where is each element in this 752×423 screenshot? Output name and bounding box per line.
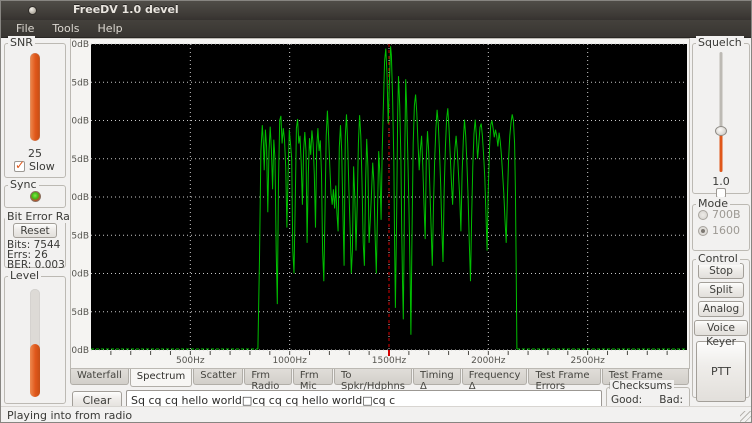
status-bar: Playing into from radio: [1, 406, 752, 423]
snr-value: 25: [5, 147, 65, 160]
tab-timing[interactable]: Timing Δ: [413, 369, 461, 385]
split-button[interactable]: Split: [698, 282, 744, 298]
checkmark-icon: ✓: [15, 158, 25, 172]
mode-group: Mode 700B1600: [692, 204, 750, 251]
voice-keyer-button[interactable]: Voice Keyer: [694, 320, 748, 336]
tab-waterfall[interactable]: Waterfall: [70, 369, 129, 385]
level-gauge: [30, 289, 40, 397]
x-axis-label: 500Hz: [176, 356, 205, 366]
radio-icon: [698, 226, 708, 236]
tab-frm-mic[interactable]: Frm Mic: [293, 369, 333, 385]
menu-bar: FileToolsHelp: [1, 20, 752, 38]
y-axis-label: 0dB: [71, 40, 89, 50]
tab-frequency[interactable]: Frequency Δ: [462, 369, 528, 385]
squelch-group: Squelch 1.0: [692, 43, 750, 194]
control-group: Control StopSplitAnalogVoice Keyer PTT: [692, 259, 750, 398]
resize-grip[interactable]: [740, 411, 752, 423]
tab-frm-radio[interactable]: Frm Radio: [244, 369, 292, 385]
snr-label: SNR: [8, 36, 35, 49]
stop-button[interactable]: Stop: [698, 263, 744, 279]
x-axis-label: 2000Hz: [471, 356, 506, 366]
tab-spectrum[interactable]: Spectrum: [130, 369, 192, 387]
freedv-window: FreeDV 1.0 devel FileToolsHelp SNR 25 ✓ …: [0, 0, 752, 423]
y-axis-label: -20dB: [71, 193, 89, 203]
ptt-button[interactable]: PTT: [696, 341, 746, 402]
snr-gauge: [30, 53, 40, 141]
level-label: Level: [8, 269, 41, 282]
status-text: Playing into from radio: [7, 409, 132, 422]
snr-group: SNR 25 ✓ Slow: [4, 43, 66, 178]
y-axis-label: -10dB: [71, 117, 89, 127]
window-close-icon[interactable]: [28, 6, 37, 15]
y-axis-label: -40dB: [71, 346, 89, 356]
ber-group: Bit Error Rate Reset Bits: 7544 Errs: 26…: [4, 217, 66, 268]
menu-file[interactable]: File: [7, 21, 43, 36]
x-axis-label: 1500Hz: [372, 356, 407, 366]
tab-scatter[interactable]: Scatter: [193, 369, 243, 385]
sync-label: Sync: [8, 178, 39, 191]
y-axis-label: -5dB: [71, 78, 89, 88]
spectrum-panel: 0dB -5dB -10dB -15dB -20dB -25dB -30dB -35dB -40…: [70, 38, 690, 369]
slow-checkbox-label: Slow: [29, 160, 55, 173]
analog-button[interactable]: Analog: [698, 301, 744, 317]
squelch-slider-fill: [720, 131, 723, 172]
tab-to-spkr-hdphns[interactable]: To Spkr/Hdphns: [334, 369, 412, 385]
checksums-label: Checksums: [610, 380, 674, 392]
level-gauge-fill: [30, 344, 40, 397]
reset-button[interactable]: Reset: [13, 223, 57, 238]
window-title: FreeDV 1.0 devel: [73, 3, 179, 16]
y-axis-label: -25dB: [71, 231, 89, 241]
y-axis-label: -15dB: [71, 155, 89, 165]
sync-led-icon: [30, 191, 41, 202]
mode-label: Mode: [696, 197, 730, 210]
squelch-slider[interactable]: [720, 52, 723, 172]
menu-help[interactable]: Help: [89, 21, 132, 36]
squelch-slider-knob[interactable]: [715, 126, 727, 136]
slow-checkbox[interactable]: ✓: [14, 161, 25, 172]
radio-icon: [698, 210, 708, 220]
sync-group: Sync: [4, 185, 66, 208]
squelch-label: Squelch: [696, 36, 744, 49]
mode-option-1600[interactable]: 1600: [698, 224, 749, 237]
squelch-value: 1.0: [693, 175, 749, 188]
x-axis-label: 1000Hz: [272, 356, 307, 366]
y-axis-label: -30dB: [71, 270, 89, 280]
spectrum-plot[interactable]: 0dB -5dB -10dB -15dB -20dB -25dB -30dB -35dB -40…: [71, 39, 689, 368]
mode-option-label: 1600: [712, 224, 740, 237]
x-axis-label: 2500Hz: [570, 356, 605, 366]
y-axis-label: -35dB: [71, 308, 89, 318]
tab-test-frame-errors[interactable]: Test Frame Errors: [528, 369, 600, 385]
level-group: Level: [4, 276, 66, 404]
menu-tools[interactable]: Tools: [43, 21, 88, 36]
tab-bar: WaterfallSpectrumScatterFrm RadioFrm Mic…: [70, 369, 690, 389]
control-label: Control: [696, 252, 740, 265]
title-bar: FreeDV 1.0 devel: [1, 1, 752, 20]
